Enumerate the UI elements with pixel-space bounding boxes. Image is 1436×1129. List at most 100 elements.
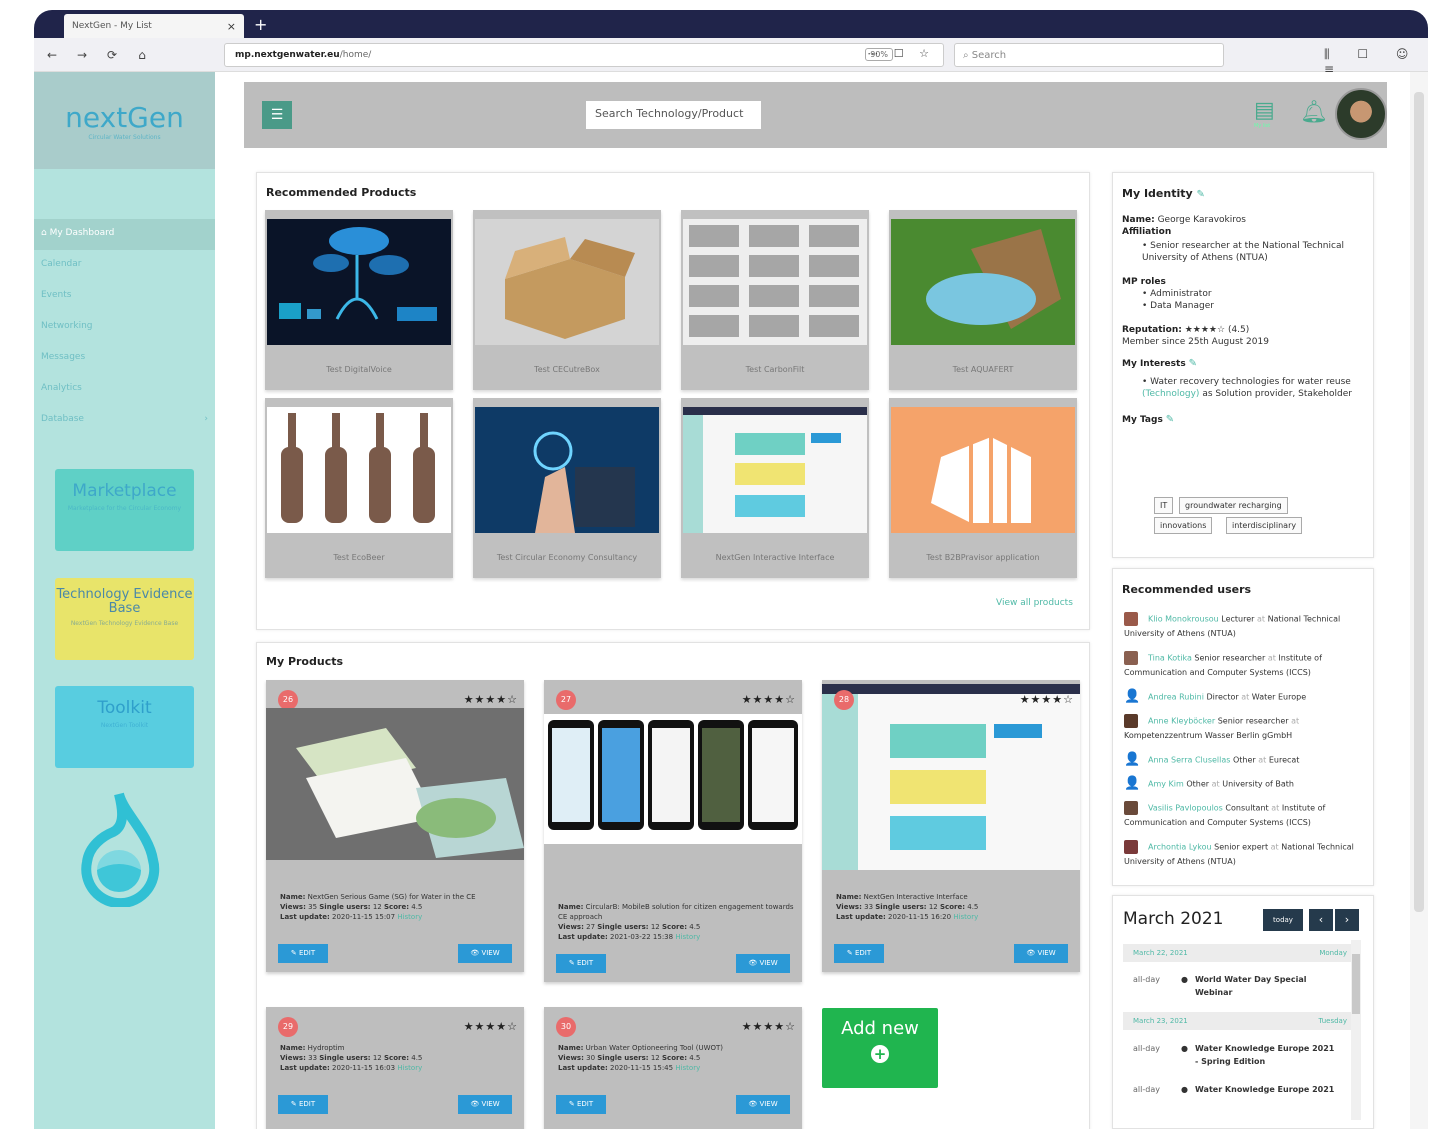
view-button[interactable]: 👁 VIEW (1014, 944, 1068, 963)
today-button[interactable]: today (1263, 909, 1303, 931)
view-button[interactable]: 👁 VIEW (736, 1095, 790, 1114)
sidebar-item-dashboard[interactable]: ⌂ My Dashboard (34, 219, 215, 250)
sidebar-item-calendar[interactable]: Calendar (34, 250, 215, 281)
product-card[interactable]: NextGen Interactive Interface (681, 398, 869, 578)
event-name: World Water Day Special Webinar (1195, 975, 1307, 997)
forward-icon[interactable]: → (70, 48, 94, 62)
user-item[interactable]: Klio Monokrousou Lecturer at National Te… (1124, 612, 1364, 641)
product-card[interactable]: Test CECutreBox (473, 210, 661, 390)
plus-icon: + (871, 1045, 889, 1063)
browser-tab[interactable]: NextGen - My List × (64, 14, 244, 38)
tag[interactable]: IT (1154, 497, 1174, 514)
user-item[interactable]: Archontia Lykou Senior expert at Nationa… (1124, 840, 1364, 869)
user-name-link[interactable]: Vasilis Pavlopoulos (1148, 804, 1223, 813)
user-item[interactable]: 👤 Amy Kim Other at University of Bath (1124, 777, 1364, 792)
add-new-product-button[interactable]: Add new + (822, 1008, 938, 1088)
user-item[interactable]: Tina Kotika Senior researcher at Institu… (1124, 651, 1364, 680)
user-name-link[interactable]: Andrea Rubini (1148, 693, 1204, 702)
promo-subtitle: NextGen Technology Evidence Base (70, 620, 179, 627)
next-month-button[interactable]: › (1335, 909, 1359, 931)
reload-icon[interactable]: ⟳ (100, 48, 124, 62)
prev-month-button[interactable]: ‹ (1309, 909, 1333, 931)
sidebar-toggle-button[interactable]: ☰ (262, 101, 292, 129)
edit-icon[interactable]: ✎ (1189, 358, 1197, 369)
event-name: Water Knowledge Europe 2021 (1195, 1085, 1335, 1094)
product-last-update: 2021-03-22 15:38 (610, 933, 674, 941)
calendar-date: March 22, 2021 (1133, 949, 1188, 957)
sidebar-item-events[interactable]: Events (34, 281, 215, 312)
sidebar-item-analytics[interactable]: Analytics (34, 374, 215, 405)
product-card[interactable]: Test DigitalVoice (265, 210, 453, 390)
product-search-input[interactable]: Search Technology/Product (586, 101, 761, 129)
new-tab-icon[interactable]: + (254, 15, 267, 34)
sidebar-item-networking[interactable]: Networking (34, 312, 215, 343)
product-card[interactable]: Test EcoBeer (265, 398, 453, 578)
user-item[interactable]: 👤 Andrea Rubini Director at Water Europe (1124, 690, 1364, 705)
tag[interactable]: innovations (1154, 517, 1213, 534)
user-avatar[interactable] (1335, 88, 1387, 140)
view-button[interactable]: 👁 VIEW (458, 1095, 512, 1114)
calendar-event[interactable]: all-day ● Water Knowledge Europe 2021 - Sp… (1133, 1042, 1353, 1068)
interest-text: Water recovery technologies for water re… (1150, 377, 1351, 387)
history-link[interactable]: History (397, 913, 422, 921)
name-label: Name: (280, 1044, 306, 1052)
last-update-label: Last update: (836, 913, 886, 921)
user-name-link[interactable]: Klio Monokrousou (1148, 615, 1219, 624)
my-list-button[interactable]: ▤ My list (1254, 98, 1275, 129)
product-card[interactable]: Test Circular Economy Consultancy (473, 398, 661, 578)
user-item[interactable]: 👤 Anna Serra Clusellas Other at Eurecat (1124, 753, 1364, 768)
interest-kind: (Technology) (1142, 389, 1200, 399)
edit-button[interactable]: ✎ EDIT (278, 944, 328, 963)
view-all-products-link[interactable]: View all products (996, 598, 1073, 608)
user-name-link[interactable]: Amy Kim (1148, 780, 1184, 789)
product-name: Test EcoBeer (333, 553, 385, 562)
bell-icon[interactable]: 🔔︎ (1300, 100, 1328, 125)
my-list-label: My list (1254, 123, 1271, 129)
edit-button[interactable]: ✎ EDIT (834, 944, 884, 963)
page-scrollbar-thumb[interactable] (1414, 92, 1424, 912)
technology-evidence-base-link[interactable]: Technology Evidence Base NextGen Technol… (55, 578, 194, 660)
mp-roles-label: MP roles (1122, 277, 1166, 287)
user-name-link[interactable]: Tina Kotika (1148, 654, 1192, 663)
sidebar-item-messages[interactable]: Messages (34, 343, 215, 374)
tab-close-icon[interactable]: × (227, 20, 236, 33)
browser-search-input[interactable]: ⌕ Search (954, 43, 1224, 67)
product-card[interactable]: Test CarbonFilt (681, 210, 869, 390)
user-name-link[interactable]: Anne Kleyböcker (1148, 717, 1215, 726)
user-name-link[interactable]: Archontia Lykou (1148, 843, 1212, 852)
calendar-event[interactable]: all-day ● World Water Day Special Webinar (1133, 973, 1353, 999)
home-icon[interactable]: ⌂ (130, 48, 154, 62)
calendar-scrollbar[interactable] (1351, 940, 1361, 1120)
scrollbar-thumb[interactable] (1352, 954, 1360, 1014)
edit-button[interactable]: ✎ EDIT (278, 1095, 328, 1114)
back-icon[interactable]: ← (40, 48, 64, 62)
edit-icon[interactable]: ✎ (1166, 414, 1174, 425)
toolkit-link[interactable]: Toolkit NextGen Toolkit (55, 686, 194, 768)
product-single-users: 12 (928, 903, 938, 911)
view-button[interactable]: 👁 VIEW (458, 944, 512, 963)
history-link[interactable]: History (675, 1064, 700, 1072)
product-card[interactable]: Test AQUAFERT (889, 210, 1077, 390)
history-link[interactable]: History (397, 1064, 422, 1072)
history-link[interactable]: History (675, 933, 700, 941)
edit-button[interactable]: ✎ EDIT (556, 954, 606, 973)
product-card[interactable]: Test B2BPravisor application (889, 398, 1077, 578)
calendar-event[interactable]: all-day ● Water Knowledge Europe 2021 (1133, 1083, 1353, 1096)
event-allday: all-day (1133, 1044, 1160, 1053)
tag[interactable]: groundwater recharging (1179, 497, 1288, 514)
url-actions-icon[interactable]: ⋯ ☐ ☆ (867, 47, 935, 60)
product-info: Name: Urban Water Optioneering Tool (UWO… (558, 1043, 723, 1073)
nextgen-logo[interactable]: nextGen Circular Water Solutions (34, 72, 215, 169)
history-link[interactable]: History (953, 913, 978, 921)
address-bar[interactable]: mp.nextgenwater.eu/home/ 90% ⋯ ☐ ☆ (224, 43, 944, 67)
marketplace-link[interactable]: Marketplace Marketplace for the Circular… (55, 469, 194, 551)
edit-button[interactable]: ✎ EDIT (556, 1095, 606, 1114)
view-button[interactable]: 👁 VIEW (736, 954, 790, 973)
user-name-link[interactable]: Anna Serra Clusellas (1148, 756, 1230, 765)
user-item[interactable]: Vasilis Pavlopoulos Consultant at Instit… (1124, 801, 1364, 830)
user-item[interactable]: Anne Kleyböcker Senior researcher at Kom… (1124, 714, 1364, 743)
tag[interactable]: interdisciplinary (1226, 517, 1303, 534)
sidebar-item-database[interactable]: Database › (34, 405, 215, 436)
edit-icon[interactable]: ✎ (1197, 189, 1205, 200)
page-scrollbar[interactable] (1410, 72, 1428, 1129)
